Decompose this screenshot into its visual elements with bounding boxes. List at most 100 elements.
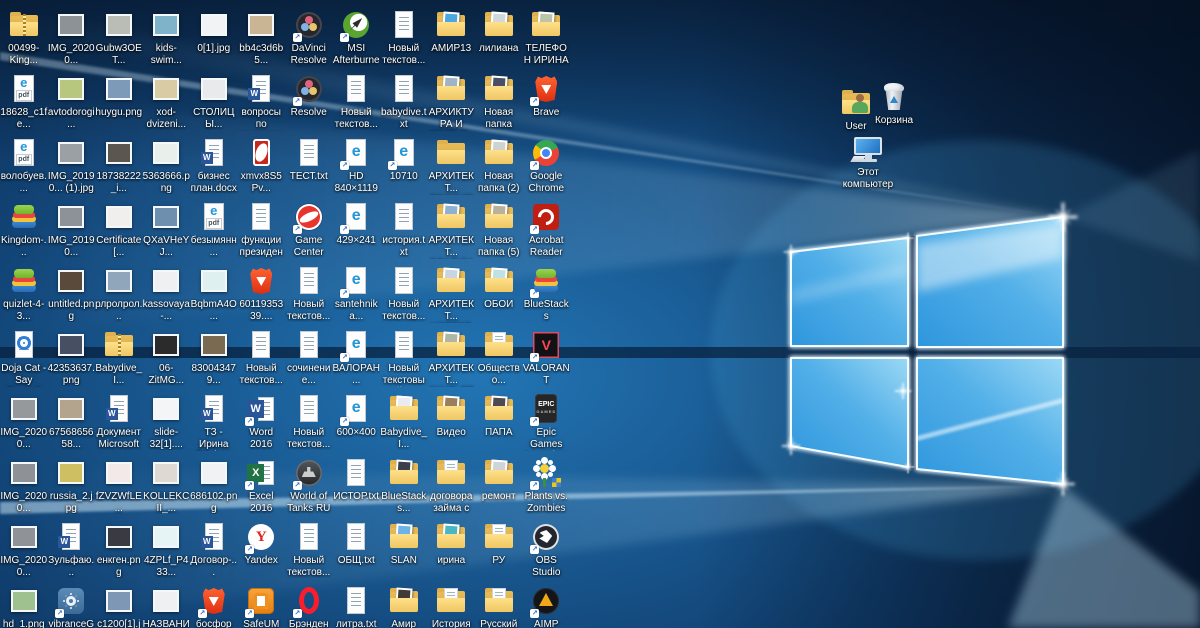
desktop-icon[interactable]: Брэнден — [285, 582, 333, 628]
desktop-icon[interactable]: 4ZPLf_P433... — [143, 518, 191, 582]
desktop-icon[interactable]: xmvx8S5Pv... — [238, 134, 286, 198]
desktop-icon[interactable]: WДоговор-... — [190, 518, 238, 582]
desktop-icon[interactable]: e10710 — [380, 134, 428, 198]
desktop-icon[interactable]: epdf18628_c1fe... — [0, 70, 48, 134]
desktop-icon[interactable]: XExcel 2016 — [238, 454, 286, 518]
desktop-icon[interactable]: Game Center — [285, 198, 333, 262]
desktop-icon[interactable]: VVALORANT — [523, 326, 571, 390]
desktop-icon[interactable]: russia_2.jpg — [48, 454, 96, 518]
desktop-icon[interactable]: 18738222_i... — [95, 134, 143, 198]
desktop-icon[interactable]: ирина — [428, 518, 476, 582]
desktop-icon[interactable]: Kingdom-... — [0, 198, 48, 262]
desktop-icon[interactable]: Новый текстов... — [285, 518, 333, 582]
desktop-icon[interactable]: esantehnika... — [333, 262, 381, 326]
desktop-icon[interactable]: Google Chrome — [523, 134, 571, 198]
desktop-icon[interactable]: лилиана — [475, 6, 523, 70]
desktop-icon[interactable]: Wбизнес план.docx — [190, 134, 238, 198]
desktop-icon[interactable]: ТЕСТ.txt — [285, 134, 333, 198]
desktop-icon[interactable]: BlueStacks... — [380, 454, 428, 518]
desktop-icon[interactable]: Новый текстов... — [238, 326, 286, 390]
desktop-icon[interactable]: epdfбезымянн... — [190, 198, 238, 262]
desktop-icon[interactable]: АРХИТЕКТ... ВЛАДИМИР — [428, 198, 476, 262]
desktop-icon[interactable]: WДокумент Microsoft ... — [95, 390, 143, 454]
desktop-icon[interactable]: Новая папка (2) — [475, 134, 523, 198]
desktop-icon[interactable]: WТЗ - Ирина ГЦ.docx — [190, 390, 238, 454]
desktop-icon[interactable]: kassovaya-... — [143, 262, 191, 326]
desktop-icon[interactable]: АМИР13 — [428, 6, 476, 70]
desktop-icon[interactable]: KOLLEKCII_... — [143, 454, 191, 518]
desktop-icon[interactable]: QXaVHeYJ... — [143, 198, 191, 262]
desktop-icon[interactable]: Plants vs. Zombies — [523, 454, 571, 518]
desktop-icon[interactable]: РУ — [475, 518, 523, 582]
desktop-icon[interactable]: босфор — [190, 582, 238, 628]
desktop-icon[interactable]: литра.txt — [333, 582, 381, 628]
desktop-icon[interactable]: сочинение... — [285, 326, 333, 390]
desktop-icon[interactable]: Новый текстов... — [333, 70, 381, 134]
desktop-icon[interactable]: bb4c3d6b5... — [238, 6, 286, 70]
desktop-icon[interactable]: eHD 840×1119 — [333, 134, 381, 198]
desktop-icon[interactable]: vibranceG... — [48, 582, 96, 628]
desktop-icon[interactable]: hd_1.png — [0, 582, 48, 628]
desktop-icon[interactable]: WWord 2016 — [238, 390, 286, 454]
desktop-icon[interactable]: АРХИКТУРА И СКУЛЬП... — [428, 70, 476, 134]
desktop-icon[interactable]: IMG_20190... — [48, 198, 96, 262]
desktop-icon[interactable]: IMG_20200... — [0, 390, 48, 454]
desktop-icon[interactable]: Doja Cat - Say So.mp3 — [0, 326, 48, 390]
desktop-icon[interactable]: с1200[1].jpg — [95, 582, 143, 628]
desktop-icon[interactable]: енкген.png — [95, 518, 143, 582]
desktop-icon[interactable]: АРХИТЕКТ... СКУЛЬПТУ... — [428, 326, 476, 390]
desktop-icon[interactable]: Новая папка — [475, 70, 523, 134]
desktop-icon[interactable]: Acrobat Reader DC — [523, 198, 571, 262]
desktop-icon[interactable]: quizlet-4-3... — [0, 262, 48, 326]
desktop-icon[interactable]: АРХИТЕКТ... НОВГОРОД — [428, 262, 476, 326]
desktop-icon[interactable]: World of Tanks RU — [285, 454, 333, 518]
desktop-icon[interactable]: OBS Studio — [523, 518, 571, 582]
desktop-icon[interactable]: 06-ZitMG... — [143, 326, 191, 390]
desktop-icon[interactable]: договора займа с о... — [428, 454, 476, 518]
desktop-icon[interactable]: Babydive_I... — [95, 326, 143, 390]
desktop-icon[interactable]: 830043479... — [190, 326, 238, 390]
desktop-icon[interactable]: Certificate[... — [95, 198, 143, 262]
desktop-icon[interactable]: история.txt — [380, 198, 428, 262]
desktop-icon[interactable]: 0[1].jpg — [190, 6, 238, 70]
desktop-icon[interactable]: Babydive_I... — [380, 390, 428, 454]
desktop-icon[interactable]: Общество... — [475, 326, 523, 390]
desktop-icon[interactable]: IMG_20200... — [48, 6, 96, 70]
desktop-icon[interactable]: SLAN — [380, 518, 428, 582]
desktop-icon[interactable]: 686102.png — [190, 454, 238, 518]
desktop-icon[interactable]: 6756865658... — [48, 390, 96, 454]
desktop-icon[interactable]: IMG_20200... — [0, 454, 48, 518]
desktop-icon[interactable]: Новый текстовый... — [380, 326, 428, 390]
desktop-icon[interactable]: 5363666.png — [143, 134, 191, 198]
desktop-icon[interactable]: Амир — [380, 582, 428, 628]
desktop-icon[interactable]: YYandex — [238, 518, 286, 582]
desktop-icon[interactable]: SafeUM — [238, 582, 286, 628]
desktop-icon[interactable]: epdfволобуев.... — [0, 134, 48, 198]
desktop-icon[interactable]: untitled.png — [48, 262, 96, 326]
desktop-icon[interactable]: AIMP — [523, 582, 571, 628]
desktop-icon[interactable]: ОБЩ.txt — [333, 518, 381, 582]
desktop-icon[interactable]: Gubw3OET... — [95, 6, 143, 70]
desktop-icon[interactable]: WЗульфаю... — [48, 518, 96, 582]
desktop-icon[interactable]: функции президент... — [238, 198, 286, 262]
desktop-icon[interactable]: Новый текстов... — [380, 6, 428, 70]
desktop-icon[interactable]: Новый текстов... — [380, 262, 428, 326]
desktop-icon[interactable]: 42353637.png — [48, 326, 96, 390]
desktop-icon[interactable]: 6011935339.... — [238, 262, 286, 326]
desktop-icon[interactable]: Этот компьютер — [836, 130, 900, 194]
desktop-icon[interactable]: НАЗВАНИЯ — [143, 582, 191, 628]
desktop-icon[interactable]: ПАПА — [475, 390, 523, 454]
desktop-icon[interactable]: IMG_20200... — [0, 518, 48, 582]
desktop-icon[interactable]: EPICGAMESEpic Games Launcher — [523, 390, 571, 454]
desktop-icon[interactable]: Русский — [475, 582, 523, 628]
desktop-icon[interactable]: IMG_20190... (1).jpg — [48, 134, 96, 198]
desktop-icon[interactable]: ИСТОР.txt — [333, 454, 381, 518]
desktop-icon[interactable]: e429×241 — [333, 198, 381, 262]
desktop-icon[interactable]: BlueStacks — [523, 262, 571, 326]
desktop-icon[interactable]: MSI Afterburner — [333, 6, 381, 70]
desktop-icon[interactable]: ОБОИ — [475, 262, 523, 326]
desktop-icon[interactable]: Resolve — [285, 70, 333, 134]
desktop-icon[interactable]: eВАЛОРАН... — [333, 326, 381, 390]
desktop-icon[interactable]: СТОЛИЦЫ... — [190, 70, 238, 134]
desktop-icon[interactable]: Новый текстов... — [285, 262, 333, 326]
